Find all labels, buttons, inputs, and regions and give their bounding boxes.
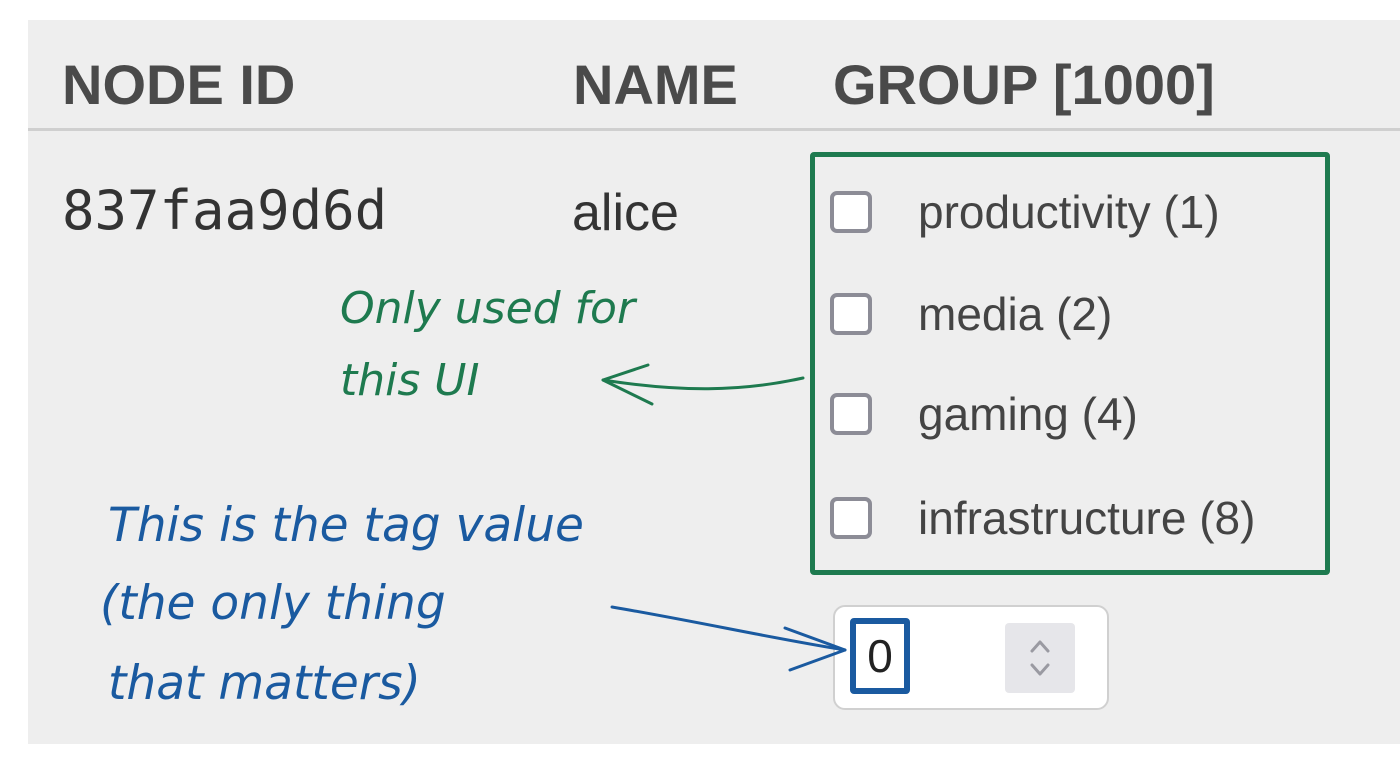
column-header-node-id: NODE ID	[62, 53, 296, 116]
tag-value-stepper[interactable]	[1005, 623, 1075, 693]
annotation-blue-line3: that matters)	[108, 656, 421, 711]
annotation-blue-line1: This is the tag value	[108, 498, 584, 553]
group-option-label: productivity (1)	[918, 186, 1220, 238]
column-header-name: NAME	[573, 53, 738, 116]
annotation-blue-line2: (the only thing	[100, 576, 446, 631]
node-id-cell: 837faa9d6d	[62, 179, 388, 242]
header-divider	[28, 128, 1400, 131]
column-header-group: GROUP [1000]	[833, 53, 1215, 116]
annotation-green-line1: Only used for	[340, 283, 636, 334]
group-option-label: media (2)	[918, 288, 1113, 340]
group-option-productivity[interactable]: productivity (1)	[830, 182, 1220, 242]
name-cell: alice	[572, 184, 679, 242]
group-option-infrastructure[interactable]: infrastructure (8)	[830, 488, 1255, 548]
checkbox-icon[interactable]	[830, 393, 872, 435]
up-down-chevron-icon	[1030, 640, 1050, 676]
checkbox-icon[interactable]	[830, 293, 872, 335]
annotation-green-line2: this UI	[340, 355, 480, 406]
node-group-editor: NODE ID NAME GROUP [1000] 837faa9d6d ali…	[0, 0, 1400, 764]
group-option-label: gaming (4)	[918, 388, 1138, 440]
group-option-media[interactable]: media (2)	[830, 284, 1112, 344]
checkbox-icon[interactable]	[830, 497, 872, 539]
checkbox-icon[interactable]	[830, 191, 872, 233]
group-option-gaming[interactable]: gaming (4)	[830, 384, 1138, 444]
tag-value-text[interactable]: 0	[850, 618, 910, 694]
group-option-label: infrastructure (8)	[918, 492, 1256, 544]
